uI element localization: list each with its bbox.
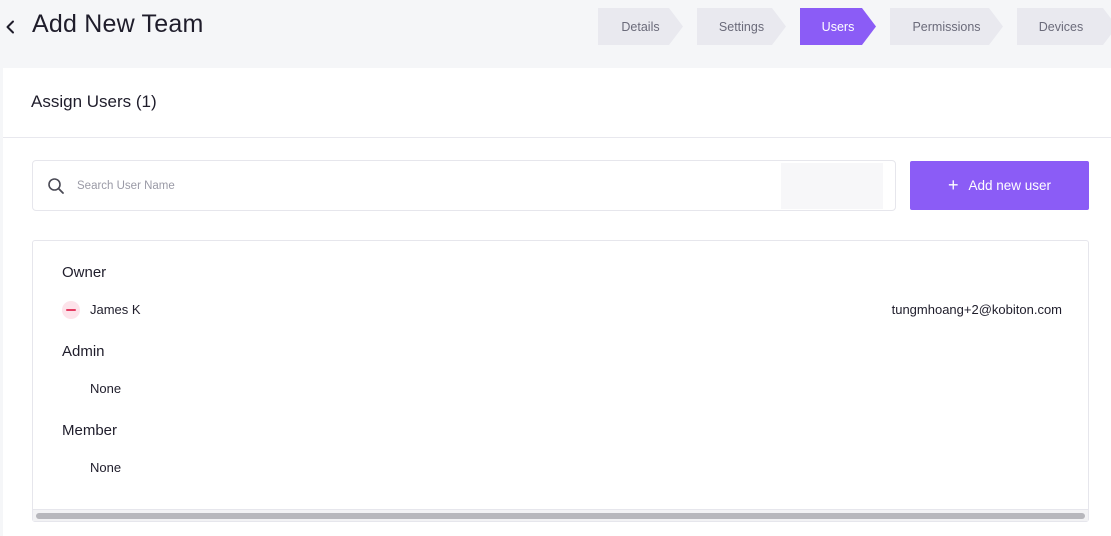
search-input[interactable]: [77, 175, 777, 197]
assign-users-card: Assign Users (1) + Add new user Owner Ja…: [3, 68, 1111, 536]
role-label-member: Member: [62, 422, 118, 439]
top-bar: Add New Team Details Settings Users Perm…: [0, 0, 1111, 68]
user-email: tungmhoang+2@kobiton.com: [891, 302, 1062, 317]
search-filter-area: [781, 163, 883, 209]
back-button[interactable]: [0, 13, 20, 41]
add-new-user-button[interactable]: + Add new user: [910, 161, 1089, 210]
users-list: Owner James K tungmhoang+2@kobiton.com A…: [32, 240, 1089, 522]
role-label-owner: Owner: [62, 264, 107, 281]
remove-user-icon[interactable]: [62, 301, 80, 319]
horizontal-scrollbar[interactable]: [33, 509, 1088, 521]
user-name: James K: [90, 302, 141, 317]
role-label-admin: Admin: [62, 343, 105, 360]
scrollbar-thumb[interactable]: [36, 513, 1085, 519]
admin-empty-text: None: [90, 381, 122, 396]
chevron-left-icon: [6, 20, 14, 34]
page-title: Add New Team: [32, 10, 204, 38]
plus-icon: +: [947, 174, 959, 195]
step-details[interactable]: Details: [598, 8, 683, 45]
section-title: Assign Users (1): [31, 92, 157, 111]
search-box: [32, 160, 896, 211]
user-row: James K tungmhoang+2@kobiton.com: [62, 300, 1062, 320]
step-settings[interactable]: Settings: [697, 8, 786, 45]
card-header: Assign Users (1): [3, 68, 1111, 138]
member-empty-text: None: [90, 460, 122, 475]
add-new-user-label: Add new user: [968, 178, 1052, 193]
search-icon: [48, 178, 64, 194]
step-permissions[interactable]: Permissions: [890, 8, 1003, 45]
step-users[interactable]: Users: [800, 8, 876, 45]
step-devices[interactable]: Devices: [1017, 8, 1111, 45]
